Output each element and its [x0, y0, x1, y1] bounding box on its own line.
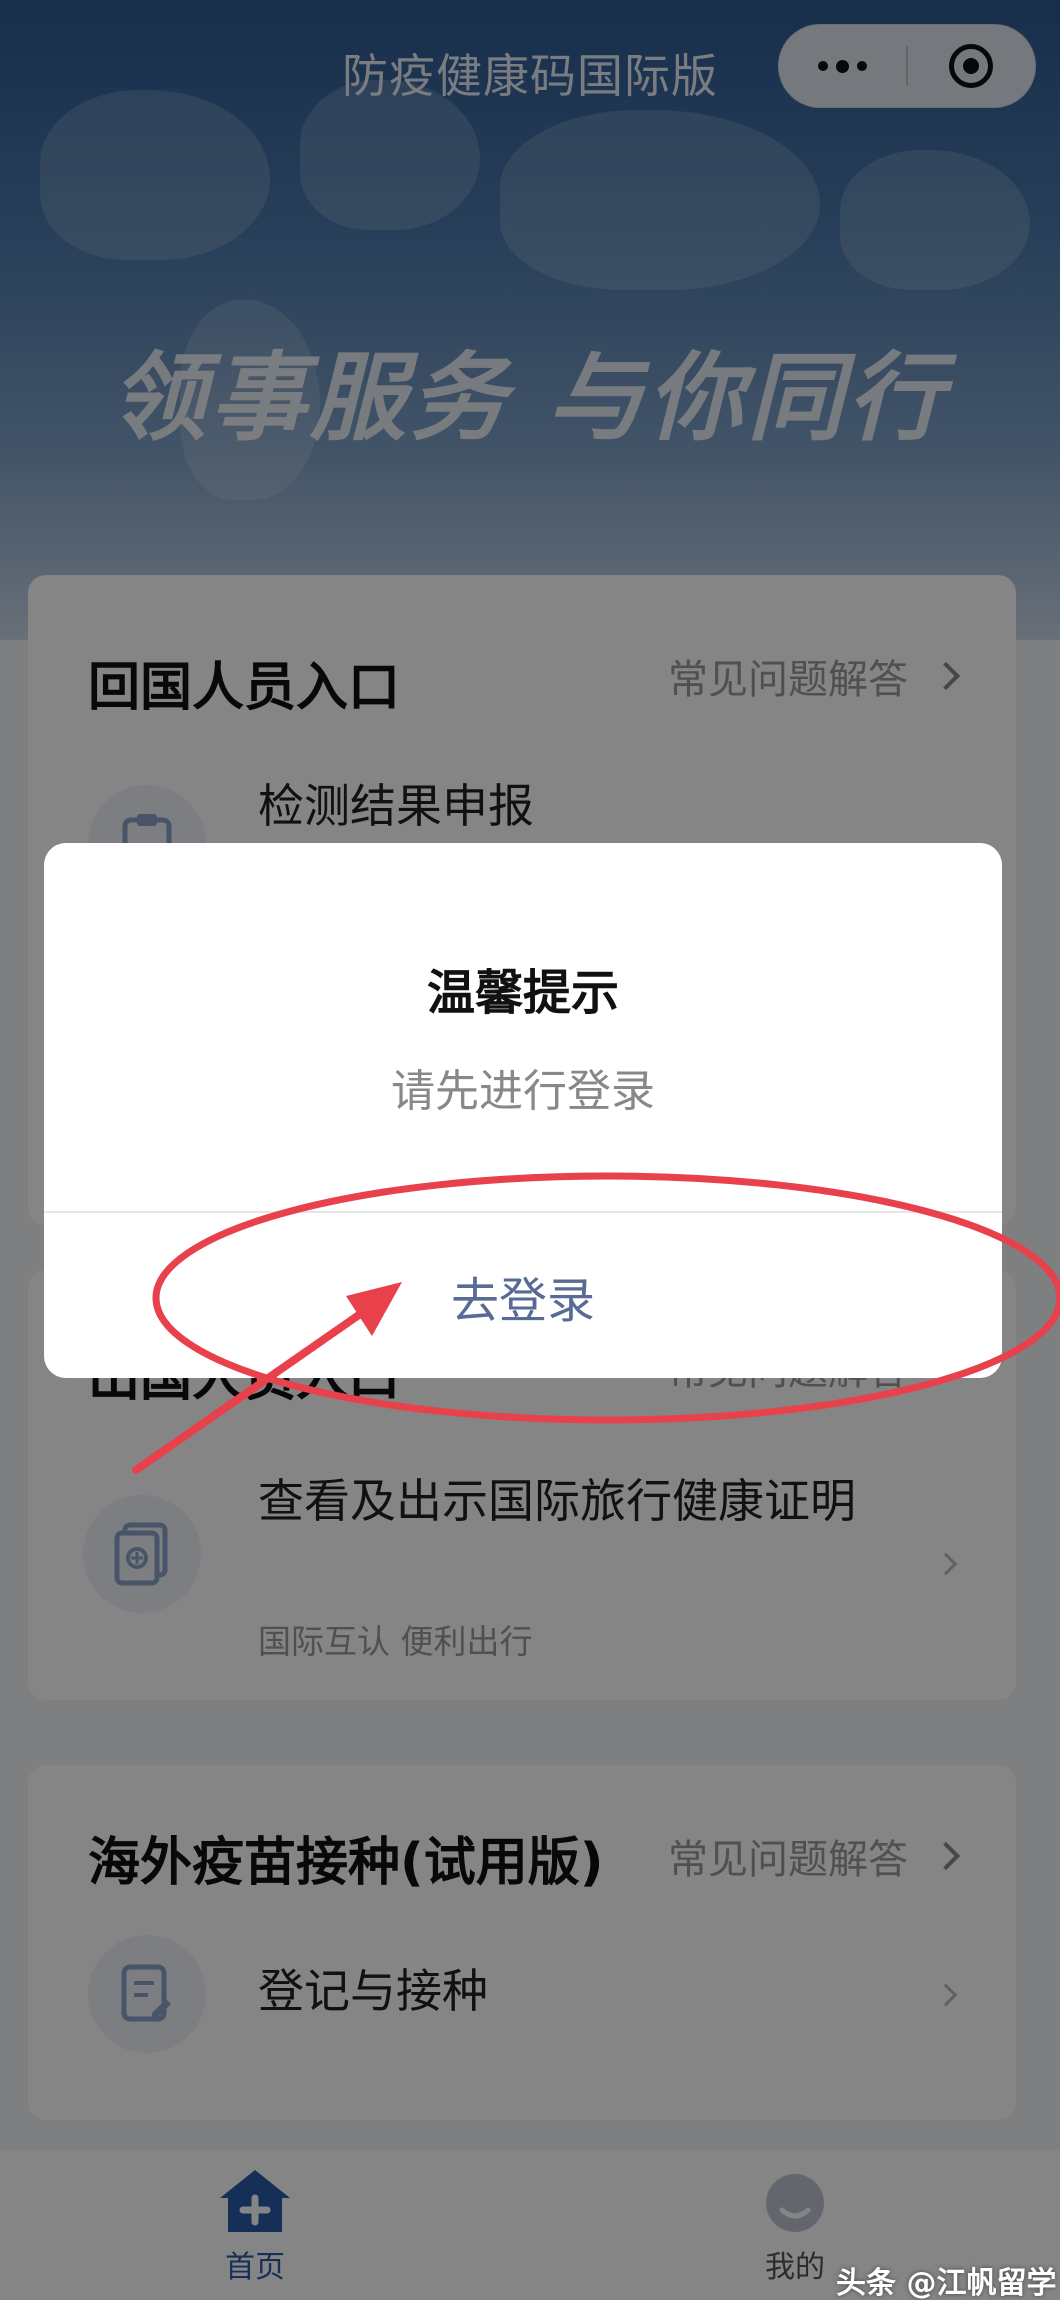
watermark-text: 头条 @江帆留学: [836, 2266, 1057, 2300]
login-prompt-dialog: 温馨提示 请先进行登录 去登录: [44, 843, 1002, 1378]
dialog-title: 温馨提示: [426, 965, 619, 1021]
go-login-button[interactable]: 去登录: [44, 1213, 1002, 1378]
dialog-message: 请先进行登录: [391, 1066, 655, 1117]
